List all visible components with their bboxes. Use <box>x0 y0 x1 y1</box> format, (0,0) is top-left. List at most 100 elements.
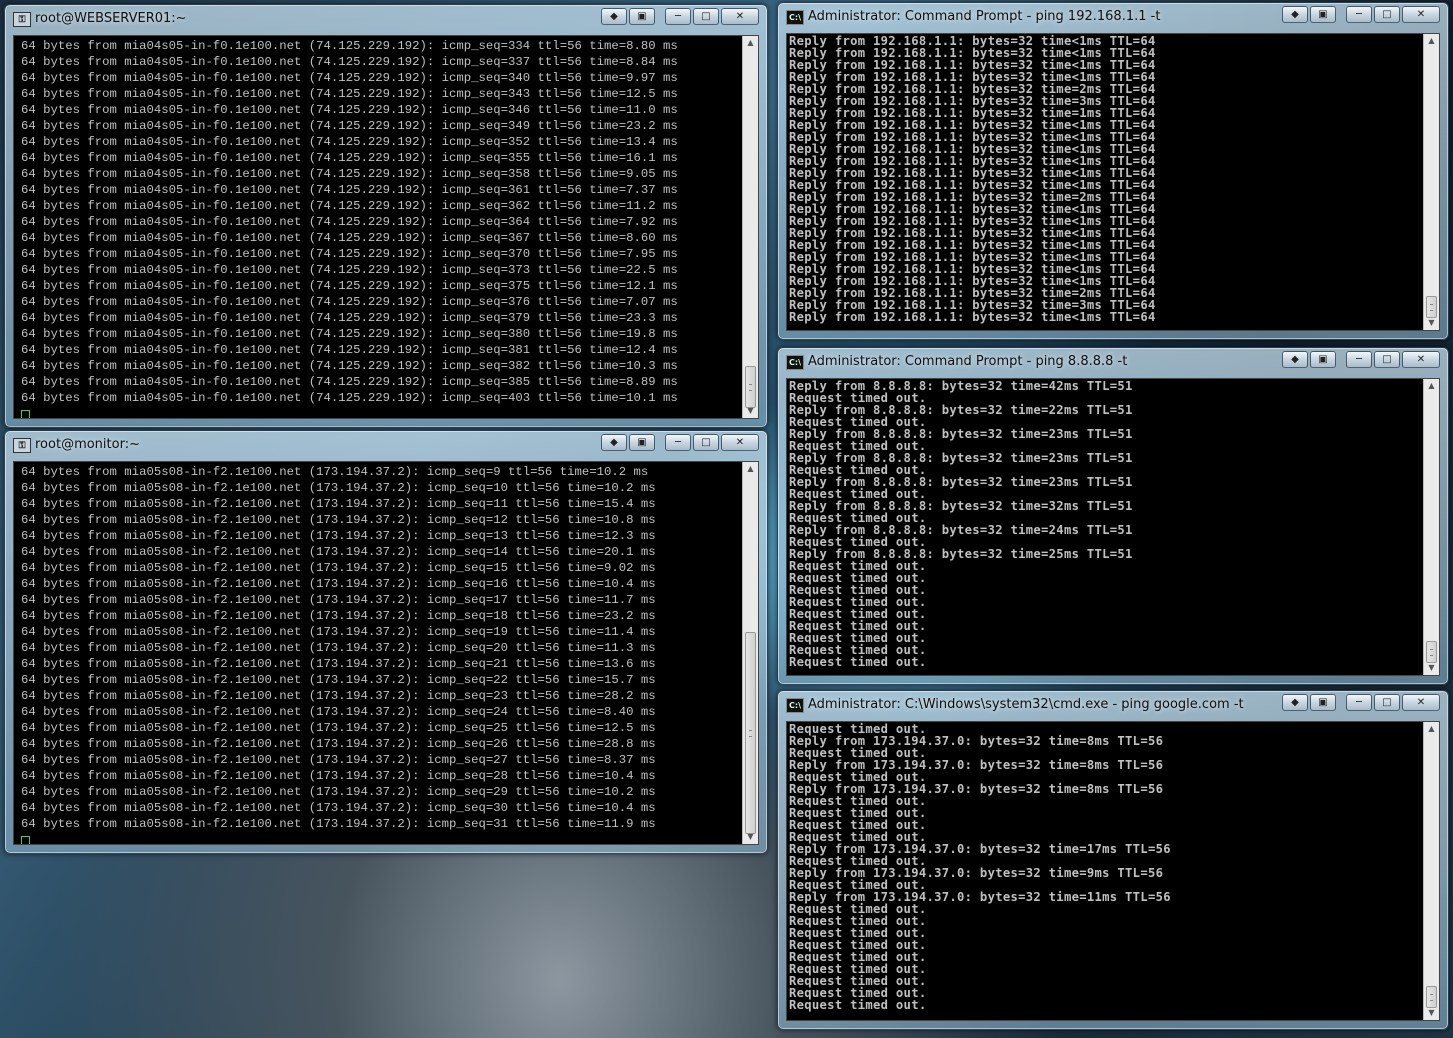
output-line: 64 bytes from mia04s05-in-f0.1e100.net (… <box>21 247 678 261</box>
output-line: 64 bytes from mia04s05-in-f0.1e100.net (… <box>21 391 678 405</box>
console-lines: Reply from 192.168.1.1: bytes=32 time<1m… <box>789 35 1421 323</box>
output-line: 64 bytes from mia04s05-in-f0.1e100.net (… <box>21 135 678 149</box>
terminal-cursor <box>21 406 30 418</box>
output-line: 64 bytes from mia04s05-in-f0.1e100.net (… <box>21 359 678 373</box>
window-title: root@WEBSERVER01:~ <box>35 11 187 26</box>
restore-icon[interactable]: ◆ <box>601 8 627 25</box>
scroll-up-icon[interactable]: ▲ <box>743 36 758 50</box>
terminal-output[interactable]: 64 bytes from mia04s05-in-f0.1e100.net (… <box>13 35 759 419</box>
output-line: 64 bytes from mia05s08-in-f2.1e100.net (… <box>21 689 656 703</box>
cmd-icon: C:\ <box>786 10 804 25</box>
window-cmd-ping-google[interactable]: C:\ Administrator: C:\Windows\system32\c… <box>777 690 1449 1030</box>
maximize-button[interactable]: □ <box>1374 6 1400 23</box>
window-cmd-ping-dns[interactable]: C:\ Administrator: Command Prompt - ping… <box>777 347 1449 685</box>
cmd-icon: C:\ <box>786 355 804 370</box>
scrollbar[interactable]: ▲ ▼ <box>742 36 758 418</box>
output-line: 64 bytes from mia05s08-in-f2.1e100.net (… <box>21 481 656 495</box>
output-line: 64 bytes from mia04s05-in-f0.1e100.net (… <box>21 151 678 165</box>
window-webserver01[interactable]: ⚿ root@WEBSERVER01:~ ◆ ▣ ─ □ ✕ 64 bytes … <box>4 4 768 428</box>
scroll-thumb[interactable] <box>1426 986 1437 1008</box>
output-line: 64 bytes from mia04s05-in-f0.1e100.net (… <box>21 295 678 309</box>
pin-icon[interactable]: ▣ <box>629 8 655 25</box>
scroll-down-icon[interactable]: ▼ <box>743 830 758 844</box>
scroll-up-icon[interactable]: ▲ <box>1424 379 1439 393</box>
output-line: 64 bytes from mia04s05-in-f0.1e100.net (… <box>21 375 678 389</box>
scroll-down-icon[interactable]: ▼ <box>1424 1006 1439 1020</box>
output-line: 64 bytes from mia04s05-in-f0.1e100.net (… <box>21 183 678 197</box>
minimize-button[interactable]: ─ <box>1346 6 1372 23</box>
scroll-down-icon[interactable]: ▼ <box>1424 316 1439 330</box>
titlebar[interactable]: ⚿ root@WEBSERVER01:~ ◆ ▣ ─ □ ✕ <box>5 5 767 33</box>
scroll-down-icon[interactable]: ▼ <box>743 404 758 418</box>
close-button[interactable]: ✕ <box>721 8 759 25</box>
titlebar[interactable]: ⚿ root@monitor:~ ◆ ▣ ─ □ ✕ <box>5 431 767 459</box>
terminal-output[interactable]: 64 bytes from mia05s08-in-f2.1e100.net (… <box>13 461 759 845</box>
scroll-up-icon[interactable]: ▲ <box>1424 722 1439 736</box>
output-line: 64 bytes from mia05s08-in-f2.1e100.net (… <box>21 529 656 543</box>
scroll-down-icon[interactable]: ▼ <box>1424 661 1439 675</box>
window-cmd-ping-gateway[interactable]: C:\ Administrator: Command Prompt - ping… <box>777 2 1449 340</box>
scroll-thumb[interactable] <box>745 632 756 834</box>
scroll-thumb[interactable] <box>1426 641 1437 663</box>
console-lines: Request timed out. Reply from 173.194.37.… <box>789 723 1421 1011</box>
close-button[interactable]: ✕ <box>1402 694 1440 711</box>
close-button[interactable]: ✕ <box>721 434 759 451</box>
pin-icon[interactable]: ▣ <box>629 434 655 451</box>
output-line: 64 bytes from mia04s05-in-f0.1e100.net (… <box>21 71 678 85</box>
close-button[interactable]: ✕ <box>1402 351 1440 368</box>
restore-icon[interactable]: ◆ <box>1282 6 1308 23</box>
maximize-button[interactable]: □ <box>693 434 719 451</box>
window-controls: ◆ ▣ ─ □ ✕ <box>601 434 759 451</box>
scroll-up-icon[interactable]: ▲ <box>743 462 758 476</box>
minimize-button[interactable]: ─ <box>665 434 691 451</box>
output-line: 64 bytes from mia05s08-in-f2.1e100.net (… <box>21 625 656 639</box>
output-line: 64 bytes from mia05s08-in-f2.1e100.net (… <box>21 497 656 511</box>
console-output[interactable]: Request timed out. Reply from 173.194.37.… <box>786 721 1440 1021</box>
output-line: 64 bytes from mia05s08-in-f2.1e100.net (… <box>21 465 649 479</box>
scrollbar[interactable]: ▲ ▼ <box>1423 34 1439 330</box>
restore-icon[interactable]: ◆ <box>1282 694 1308 711</box>
maximize-button[interactable]: □ <box>1374 351 1400 368</box>
output-line: Reply from 192.168.1.1: bytes=32 time<1m… <box>789 310 1156 324</box>
window-controls: ◆ ▣ ─ □ ✕ <box>1282 351 1440 368</box>
output-line: 64 bytes from mia04s05-in-f0.1e100.net (… <box>21 279 678 293</box>
maximize-button[interactable]: □ <box>693 8 719 25</box>
minimize-button[interactable]: ─ <box>1346 351 1372 368</box>
pin-icon[interactable]: ▣ <box>1310 694 1336 711</box>
window-monitor[interactable]: ⚿ root@monitor:~ ◆ ▣ ─ □ ✕ 64 bytes from… <box>4 430 768 854</box>
pin-icon[interactable]: ▣ <box>1310 351 1336 368</box>
minimize-button[interactable]: ─ <box>1346 694 1372 711</box>
window-title: Administrator: Command Prompt - ping 8.8… <box>808 354 1128 369</box>
scrollbar[interactable]: ▲ ▼ <box>1423 722 1439 1020</box>
output-line: 64 bytes from mia04s05-in-f0.1e100.net (… <box>21 119 678 133</box>
output-line: 64 bytes from mia04s05-in-f0.1e100.net (… <box>21 39 678 53</box>
titlebar[interactable]: C:\ Administrator: Command Prompt - ping… <box>778 348 1448 376</box>
terminal-lines: 64 bytes from mia04s05-in-f0.1e100.net (… <box>21 38 738 406</box>
titlebar[interactable]: C:\ Administrator: C:\Windows\system32\c… <box>778 691 1448 719</box>
output-line: 64 bytes from mia05s08-in-f2.1e100.net (… <box>21 785 656 799</box>
output-line: 64 bytes from mia04s05-in-f0.1e100.net (… <box>21 263 678 277</box>
output-line: 64 bytes from mia05s08-in-f2.1e100.net (… <box>21 641 656 655</box>
terminal-cursor <box>21 832 30 844</box>
output-line: 64 bytes from mia04s05-in-f0.1e100.net (… <box>21 311 678 325</box>
scroll-up-icon[interactable]: ▲ <box>1424 34 1439 48</box>
titlebar[interactable]: C:\ Administrator: Command Prompt - ping… <box>778 3 1448 31</box>
output-line: 64 bytes from mia05s08-in-f2.1e100.net (… <box>21 545 656 559</box>
scrollbar[interactable]: ▲ ▼ <box>1423 379 1439 675</box>
minimize-button[interactable]: ─ <box>665 8 691 25</box>
close-button[interactable]: ✕ <box>1402 6 1440 23</box>
pin-icon[interactable]: ▣ <box>1310 6 1336 23</box>
console-output[interactable]: Reply from 192.168.1.1: bytes=32 time<1m… <box>786 33 1440 331</box>
scroll-thumb[interactable] <box>745 366 756 408</box>
output-line: 64 bytes from mia05s08-in-f2.1e100.net (… <box>21 577 656 591</box>
output-line: 64 bytes from mia05s08-in-f2.1e100.net (… <box>21 705 656 719</box>
window-title: root@monitor:~ <box>35 437 140 452</box>
console-output[interactable]: Reply from 8.8.8.8: bytes=32 time=42ms T… <box>786 378 1440 676</box>
output-line: 64 bytes from mia05s08-in-f2.1e100.net (… <box>21 801 656 815</box>
scrollbar[interactable]: ▲ ▼ <box>742 462 758 844</box>
restore-icon[interactable]: ◆ <box>601 434 627 451</box>
output-line: 64 bytes from mia05s08-in-f2.1e100.net (… <box>21 673 656 687</box>
maximize-button[interactable]: □ <box>1374 694 1400 711</box>
restore-icon[interactable]: ◆ <box>1282 351 1308 368</box>
scroll-thumb[interactable] <box>1426 296 1437 318</box>
